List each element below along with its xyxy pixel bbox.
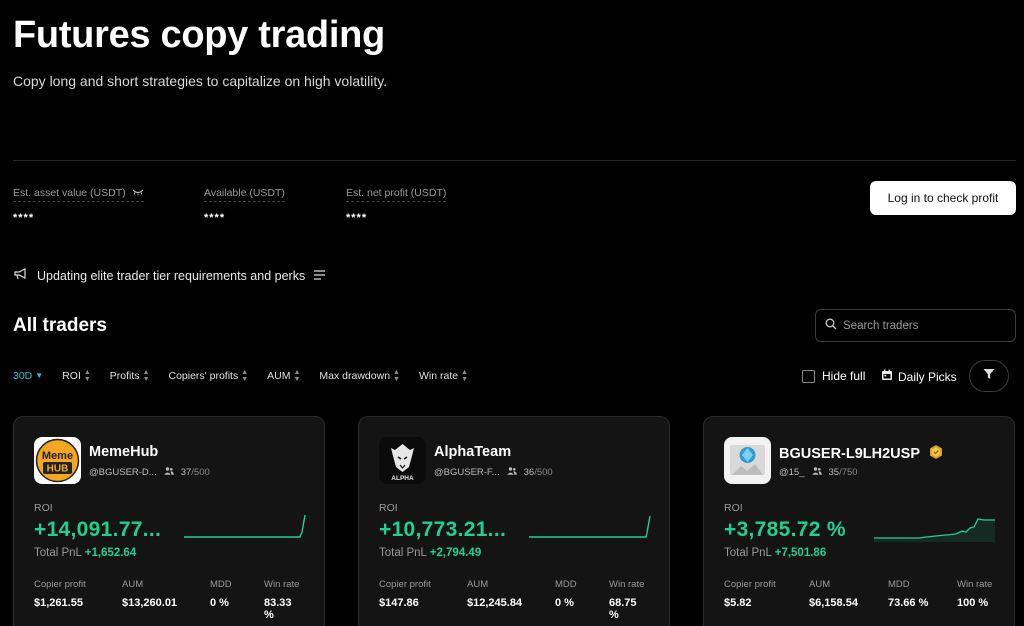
hide-full-toggle[interactable]: Hide full xyxy=(802,369,865,383)
notice-text: Updating elite trader tier requirements … xyxy=(37,268,306,283)
sort-profits[interactable]: Profits ▲ ▼ xyxy=(110,369,150,383)
hide-full-label: Hide full xyxy=(822,369,866,383)
login-button[interactable]: Log in to check profit xyxy=(870,181,1016,215)
copiers-count: 35/750 xyxy=(828,467,858,478)
section-title: All traders xyxy=(13,315,107,336)
copiers-count: 37/500 xyxy=(180,467,210,478)
total-pnl: Total PnL +7,501.86 xyxy=(724,547,827,559)
trader-meta: @BGUSER-F... 36/500 xyxy=(434,467,553,478)
calendar-icon xyxy=(881,369,893,384)
roi-sparkline xyxy=(529,515,651,538)
sort-icon: ▲ ▼ xyxy=(83,369,91,383)
filter-button[interactable] xyxy=(969,360,1009,392)
metric: Win rate 68.75 % xyxy=(609,579,645,621)
svg-text:ALPHA: ALPHA xyxy=(391,475,414,482)
elite-badge-icon xyxy=(928,444,944,464)
copiers-icon xyxy=(811,467,822,478)
trader-name[interactable]: MemeHub xyxy=(89,444,158,460)
metric: MDD 0 % xyxy=(555,579,577,609)
sort-icon: ▲ ▼ xyxy=(142,369,150,383)
metric: MDD 0 % xyxy=(210,579,232,609)
copiers-count: 36/500 xyxy=(523,467,553,478)
svg-text:HUB: HUB xyxy=(47,464,69,475)
stat-label: Est. net profit (USDT) xyxy=(346,187,447,202)
copiers-icon xyxy=(506,467,517,478)
stat-value: **** xyxy=(346,212,368,224)
search-icon xyxy=(825,317,837,335)
metric: Copier profit $147.86 xyxy=(379,579,431,609)
stat-asset-value: Est. asset value (USDT) **** xyxy=(13,183,144,224)
metric: Copier profit $1,261.55 xyxy=(34,579,86,609)
search-box[interactable] xyxy=(815,309,1016,342)
roi-label: ROI xyxy=(379,502,398,514)
metric: AUM $12,245.84 xyxy=(467,579,523,609)
stat-label: Est. asset value (USDT) xyxy=(13,187,126,199)
trader-meta: @15_ 35/750 xyxy=(779,467,858,478)
svg-text:Meme: Meme xyxy=(42,450,73,462)
total-pnl: Total PnL +1,652.64 xyxy=(34,547,137,559)
period-dropdown[interactable]: 30D ▼ xyxy=(13,370,43,382)
metric: AUM $13,260.01 xyxy=(122,579,178,609)
avatar: Meme HUB xyxy=(34,437,81,484)
caret-down-icon: ▼ xyxy=(35,371,44,380)
avatar: ALPHA xyxy=(379,437,426,484)
stat-label: Available (USDT) xyxy=(204,187,285,202)
trader-name[interactable]: BGUSER-L9LH2USP xyxy=(779,444,944,464)
sort-icon: ▲ ▼ xyxy=(241,369,249,383)
divider xyxy=(13,160,1016,161)
hide-full-checkbox[interactable] xyxy=(802,369,815,383)
page-title: Futures copy trading xyxy=(13,14,385,56)
trader-handle: @15_ xyxy=(779,467,805,478)
stat-net-profit: Est. net profit (USDT) **** xyxy=(346,183,447,224)
notice-banner[interactable]: Updating elite trader tier requirements … xyxy=(13,267,326,284)
page-subtitle: Copy long and short strategies to capita… xyxy=(13,73,388,89)
sort-aum[interactable]: AUM ▲ ▼ xyxy=(267,369,300,383)
trader-handle: @BGUSER-D... xyxy=(89,467,157,478)
funnel-icon xyxy=(983,367,995,385)
roi-sparkline xyxy=(184,514,306,538)
roi-value: +10,773.21... xyxy=(379,518,507,541)
trader-card[interactable]: ALPHA AlphaTeam @BGUSER-F... 36/500 ROI … xyxy=(358,416,670,626)
roi-value: +3,785.72 % xyxy=(724,518,846,541)
sort-roi[interactable]: ROI ▲ ▼ xyxy=(62,369,91,383)
metric: Win rate 83.33 % xyxy=(264,579,300,621)
metric: Win rate 100 % xyxy=(957,579,993,609)
stat-value: **** xyxy=(13,212,35,224)
metric: AUM $6,158.54 xyxy=(809,579,858,609)
copiers-icon xyxy=(164,467,174,478)
stat-value: **** xyxy=(204,212,226,224)
daily-picks-button[interactable]: Daily Picks xyxy=(881,369,957,384)
eye-closed-icon[interactable] xyxy=(132,187,144,199)
sort-copiers-profits[interactable]: Copiers' profits ▲ ▼ xyxy=(169,369,249,383)
list-icon[interactable] xyxy=(313,269,326,283)
avatar xyxy=(724,437,771,484)
roi-sparkline xyxy=(874,518,995,542)
roi-label: ROI xyxy=(724,502,743,514)
metric: MDD 73.66 % xyxy=(888,579,929,609)
filter-bar: 30D ▼ ROI ▲ ▼ Profits ▲ ▼ Copiers' profits ▲ ▼… xyxy=(13,369,487,383)
sort-win-rate[interactable]: Win rate ▲ ▼ xyxy=(419,369,468,383)
trader-name[interactable]: AlphaTeam xyxy=(434,444,511,460)
trader-handle: @BGUSER-F... xyxy=(434,467,500,478)
trader-card[interactable]: BGUSER-L9LH2USP @15_ 35/750 ROI +3,785.7… xyxy=(703,416,1015,626)
trader-meta: @BGUSER-D... 37/500 xyxy=(89,467,210,478)
metric: Copier profit $5.82 xyxy=(724,579,776,609)
sort-icon: ▲ ▼ xyxy=(461,369,469,383)
sort-max-drawdown[interactable]: Max drawdown ▲ ▼ xyxy=(319,369,400,383)
stat-available: Available (USDT) **** xyxy=(204,183,285,224)
total-pnl: Total PnL +2,794.49 xyxy=(379,547,482,559)
daily-picks-label: Daily Picks xyxy=(898,369,957,384)
search-input[interactable] xyxy=(843,319,1003,332)
trader-card[interactable]: Meme HUB MemeHub @BGUSER-D... 37/500 ROI… xyxy=(13,416,325,626)
megaphone-icon xyxy=(13,267,29,284)
sort-icon: ▲ ▼ xyxy=(293,369,301,383)
roi-value: +14,091.77... xyxy=(34,518,162,541)
roi-label: ROI xyxy=(34,502,53,514)
sort-icon: ▲ ▼ xyxy=(393,369,400,383)
